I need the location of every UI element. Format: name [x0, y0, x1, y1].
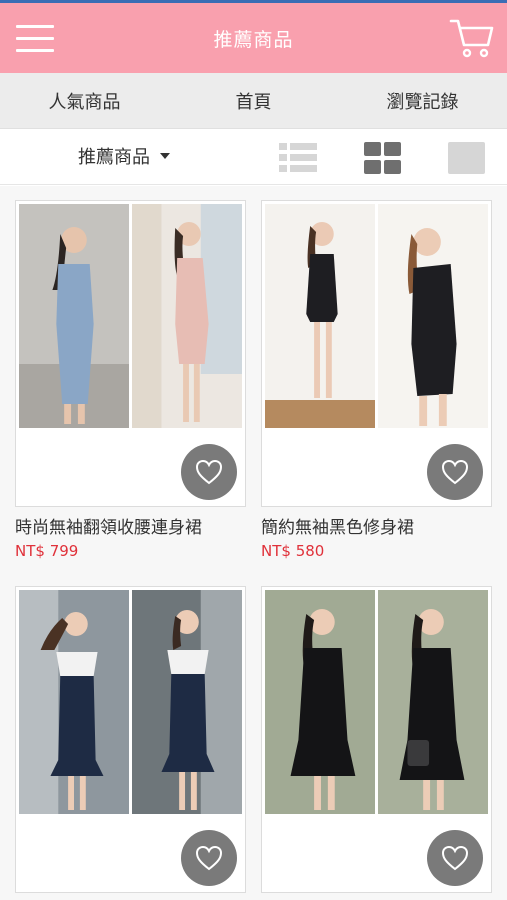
- favorite-button[interactable]: [427, 830, 483, 886]
- list-view-button[interactable]: [279, 142, 317, 178]
- menu-button[interactable]: [16, 21, 54, 55]
- single-view-icon: [448, 142, 485, 174]
- list-view-icon: [279, 143, 317, 172]
- product-image: [19, 204, 242, 428]
- nav-home[interactable]: 首頁: [169, 88, 338, 114]
- favorite-button[interactable]: [181, 444, 237, 500]
- favorite-button[interactable]: [427, 444, 483, 500]
- product-price: NT$ 580: [261, 542, 325, 560]
- product-price: NT$ 799: [15, 542, 79, 560]
- product-name[interactable]: 時尚無袖翻領收腰連身裙: [15, 513, 202, 538]
- product-card[interactable]: [15, 200, 246, 507]
- favorite-button[interactable]: [181, 830, 237, 886]
- caret-down-icon: [160, 153, 170, 159]
- grid-view-icon: [364, 142, 401, 174]
- heart-icon: [441, 845, 469, 871]
- app-header: 推薦商品: [0, 3, 507, 73]
- product-card[interactable]: [261, 586, 492, 893]
- product-image: [265, 204, 488, 428]
- cart-button[interactable]: [449, 17, 495, 59]
- sort-dropdown[interactable]: 推薦商品: [78, 143, 170, 169]
- product-image: [265, 590, 488, 814]
- sort-label: 推薦商品: [78, 147, 150, 168]
- product-card[interactable]: [15, 586, 246, 893]
- menu-icon: [16, 25, 54, 28]
- product-name[interactable]: 簡約無袖黑色修身裙: [261, 513, 414, 538]
- heart-icon: [195, 459, 223, 485]
- heart-icon: [441, 459, 469, 485]
- nav-popular[interactable]: 人氣商品: [0, 88, 169, 114]
- top-nav: 人氣商品 首頁 瀏覽記錄: [0, 73, 507, 129]
- cart-icon: [449, 19, 494, 58]
- single-view-button[interactable]: [448, 142, 485, 178]
- nav-history[interactable]: 瀏覽記錄: [338, 88, 507, 114]
- product-card[interactable]: [261, 200, 492, 507]
- view-toolbar: 推薦商品: [0, 129, 507, 185]
- heart-icon: [195, 845, 223, 871]
- page-title: 推薦商品: [213, 28, 294, 51]
- product-image: [19, 590, 242, 814]
- grid-view-button[interactable]: [364, 142, 401, 178]
